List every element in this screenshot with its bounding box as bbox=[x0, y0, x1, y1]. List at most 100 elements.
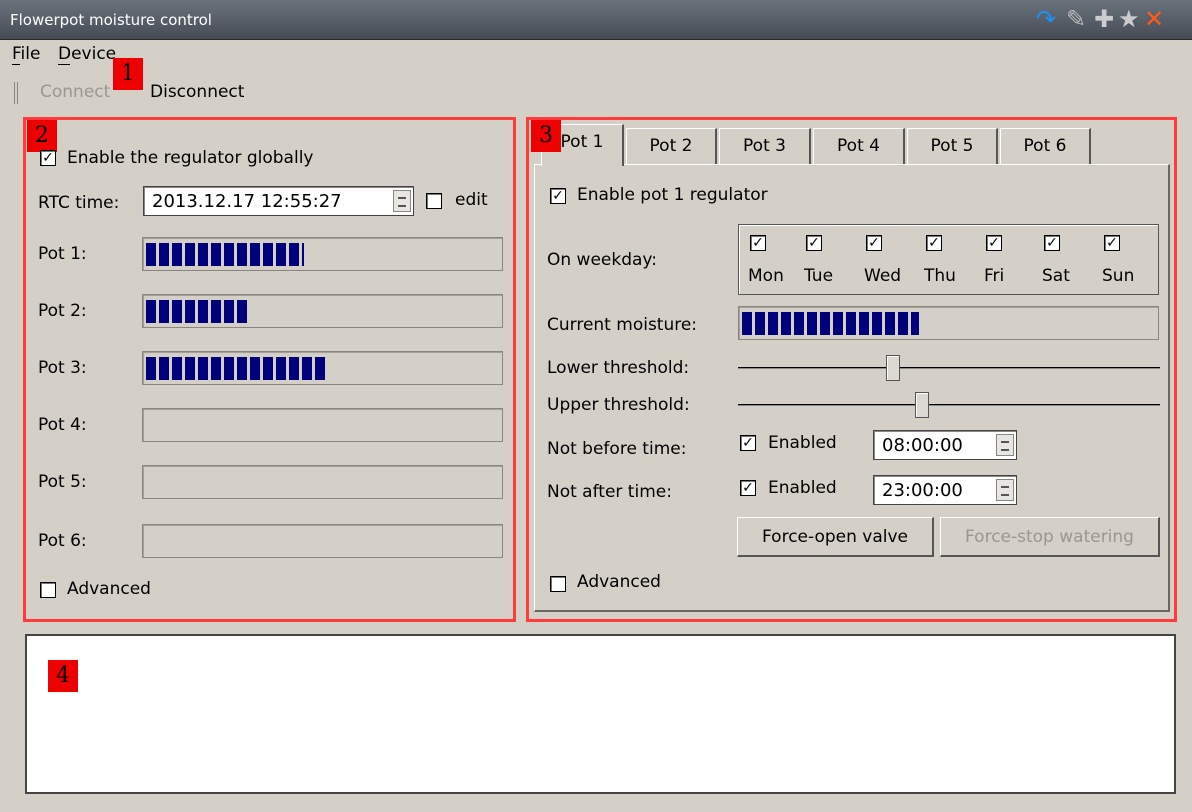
not-before-value: 08:00:00 bbox=[882, 435, 963, 456]
tab-pot-2-label: Pot 2 bbox=[649, 136, 693, 156]
rtc-time-spinbox[interactable]: 2013.12.17 12:55:27 bbox=[143, 186, 414, 216]
pot-3-moisture-fill bbox=[146, 357, 326, 380]
weekday-thu-label: Thu bbox=[924, 266, 956, 286]
rtc-time-label: RTC time: bbox=[38, 193, 120, 213]
log-output[interactable] bbox=[25, 634, 1176, 794]
left-advanced-checkbox[interactable] bbox=[40, 582, 56, 598]
pot-2-moisture-bar bbox=[142, 294, 503, 328]
pin-icon[interactable]: ✎ bbox=[1066, 4, 1086, 34]
tab-pot-1-label: Pot 1 bbox=[560, 132, 604, 152]
back-arrow-icon[interactable]: ↷ bbox=[1036, 4, 1056, 34]
close-icon[interactable]: ✕ bbox=[1144, 4, 1164, 34]
menu-device[interactable]: Device bbox=[58, 44, 116, 64]
weekday-thu-checkbox[interactable]: ✓ bbox=[926, 235, 942, 251]
weekday-fri-checkbox[interactable]: ✓ bbox=[986, 235, 1002, 251]
not-after-label: Not after time: bbox=[547, 482, 672, 502]
tab-pot-2[interactable]: Pot 2 bbox=[626, 128, 717, 164]
not-before-enabled-label: Enabled bbox=[768, 433, 837, 453]
rtc-spin-arrows[interactable] bbox=[393, 190, 411, 212]
pot-4-label: Pot 4: bbox=[38, 415, 87, 435]
tab-pot-5-label: Pot 5 bbox=[930, 136, 974, 156]
not-after-value: 23:00:00 bbox=[882, 480, 963, 501]
pot-4-moisture-bar bbox=[142, 408, 503, 442]
not-after-spin-arrows[interactable] bbox=[996, 479, 1014, 501]
not-before-spinbox[interactable]: 08:00:00 bbox=[873, 430, 1017, 460]
pot-6-moisture-bar bbox=[142, 524, 503, 558]
divider bbox=[0, 39, 1192, 40]
tab-pot-6-label: Pot 6 bbox=[1023, 136, 1067, 156]
pot-2-moisture-fill bbox=[146, 300, 248, 323]
title-bar: Flowerpot moisture control ↷ ✎ ✚ ★ ✕ bbox=[0, 0, 1192, 39]
file-mnemonic-underline bbox=[12, 64, 20, 65]
not-after-enabled-checkbox[interactable]: ✓ bbox=[740, 480, 756, 496]
pot-1-moisture-fill bbox=[146, 243, 304, 266]
weekday-sun-checkbox[interactable]: ✓ bbox=[1104, 235, 1120, 251]
menu-file[interactable]: File bbox=[12, 44, 40, 64]
enable-pot-label: Enable pot 1 regulator bbox=[577, 185, 768, 205]
pot-3-moisture-bar bbox=[142, 351, 503, 385]
rtc-edit-label: edit bbox=[455, 190, 488, 210]
weekday-tue-label: Tue bbox=[804, 266, 834, 286]
enable-global-checkbox[interactable]: ✓ bbox=[40, 150, 56, 166]
enable-global-label: Enable the regulator globally bbox=[67, 148, 314, 168]
weekday-sun-label: Sun bbox=[1102, 266, 1135, 286]
rtc-edit-checkbox[interactable] bbox=[426, 193, 442, 209]
annotation-tag-1: 1 bbox=[113, 58, 143, 90]
annotation-tag-2: 2 bbox=[27, 120, 57, 152]
current-moisture-bar bbox=[738, 306, 1159, 340]
weekday-tue-checkbox[interactable]: ✓ bbox=[806, 235, 822, 251]
pot-6-label: Pot 6: bbox=[38, 531, 87, 551]
not-before-enabled-checkbox[interactable]: ✓ bbox=[740, 435, 756, 451]
rtc-time-value: 2013.12.17 12:55:27 bbox=[152, 191, 342, 212]
tab-pot-6[interactable]: Pot 6 bbox=[1000, 128, 1091, 164]
not-after-enabled-label: Enabled bbox=[768, 478, 837, 498]
right-advanced-checkbox[interactable] bbox=[550, 576, 566, 592]
current-moisture-label: Current moisture: bbox=[547, 315, 698, 335]
toolbar-grip[interactable] bbox=[14, 82, 18, 104]
weekday-wed-label: Wed bbox=[864, 266, 902, 286]
pot-3-label: Pot 3: bbox=[38, 358, 87, 378]
pot-5-label: Pot 5: bbox=[38, 472, 87, 492]
left-advanced-label: Advanced bbox=[67, 579, 151, 599]
weekday-wed-checkbox[interactable]: ✓ bbox=[866, 235, 882, 251]
tab-pot-4[interactable]: Pot 4 bbox=[813, 128, 905, 164]
window-title: Flowerpot moisture control bbox=[10, 11, 212, 29]
enable-pot-checkbox[interactable]: ✓ bbox=[550, 188, 566, 204]
force-stop-watering-button[interactable]: Force-stop watering bbox=[940, 517, 1160, 557]
weekday-sat-label: Sat bbox=[1042, 266, 1070, 286]
annotation-tag-4: 4 bbox=[48, 660, 78, 692]
weekday-mon-label: Mon bbox=[748, 266, 784, 286]
upper-threshold-handle[interactable] bbox=[915, 392, 929, 418]
pot-1-moisture-bar bbox=[142, 237, 503, 271]
weekday-mon-checkbox[interactable]: ✓ bbox=[750, 235, 766, 251]
not-after-spinbox[interactable]: 23:00:00 bbox=[873, 475, 1017, 505]
right-advanced-label: Advanced bbox=[577, 572, 661, 592]
tab-pot-4-label: Pot 4 bbox=[837, 136, 880, 156]
tab-pot-3-label: Pot 3 bbox=[743, 136, 786, 156]
pot-2-label: Pot 2: bbox=[38, 301, 87, 321]
lower-threshold-track[interactable] bbox=[738, 367, 1160, 369]
device-mnemonic-underline bbox=[58, 64, 70, 65]
menu-device-label: Device bbox=[58, 44, 117, 64]
disconnect-button[interactable]: Disconnect bbox=[150, 82, 244, 102]
lower-threshold-label: Lower threshold: bbox=[547, 358, 690, 378]
upper-threshold-track[interactable] bbox=[738, 404, 1160, 406]
weekday-sat-checkbox[interactable]: ✓ bbox=[1044, 235, 1060, 251]
star-icon[interactable]: ★ bbox=[1118, 4, 1140, 34]
menu-file-label: File bbox=[12, 44, 41, 64]
upper-threshold-label: Upper threshold: bbox=[547, 395, 690, 415]
annotation-tag-3: 3 bbox=[531, 120, 561, 152]
weekday-label: On weekday: bbox=[547, 250, 657, 270]
force-open-valve-button[interactable]: Force-open valve bbox=[737, 517, 934, 557]
not-before-spin-arrows[interactable] bbox=[996, 434, 1014, 456]
tab-pot-5[interactable]: Pot 5 bbox=[907, 128, 998, 164]
current-moisture-fill bbox=[742, 312, 919, 335]
not-before-label: Not before time: bbox=[547, 439, 687, 459]
plus-icon[interactable]: ✚ bbox=[1094, 4, 1114, 34]
pot-1-label: Pot 1: bbox=[38, 244, 87, 264]
connect-button[interactable]: Connect bbox=[40, 82, 110, 102]
weekday-fri-label: Fri bbox=[984, 266, 1005, 286]
pot-5-moisture-bar bbox=[142, 465, 503, 499]
lower-threshold-handle[interactable] bbox=[886, 355, 900, 381]
tab-pot-3[interactable]: Pot 3 bbox=[719, 128, 811, 164]
